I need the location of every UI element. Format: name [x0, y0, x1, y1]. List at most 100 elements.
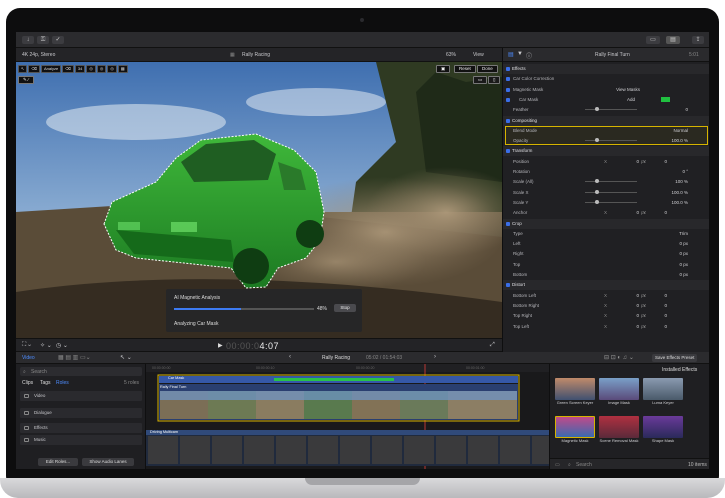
slider-knob[interactable]	[595, 107, 599, 112]
overlay-toggle-icon[interactable]: ▭	[473, 76, 488, 84]
effect-scene-removal-mask[interactable]: Scene Removal Mask	[599, 416, 639, 446]
audio-clip-label[interactable]: Driving Multicam	[150, 430, 178, 434]
inspector-row[interactable]: Type Trim	[503, 229, 709, 239]
stop-button[interactable]: Stop	[334, 304, 356, 312]
role-row[interactable]: Dialogue	[20, 408, 142, 418]
inspector-row[interactable]: Anchor X 0 Y 0 px	[503, 208, 709, 218]
role-row[interactable]: Effects	[20, 423, 142, 433]
effect-magnetic-mask[interactable]: Magnetic Mask	[555, 416, 595, 446]
audio-tools-icon[interactable]: ⊟ ⊡ ◐ ♫ ⌄	[604, 354, 634, 361]
axis-value[interactable]: 0	[653, 157, 667, 167]
row-value[interactable]: 0 px	[679, 239, 688, 249]
mask-overlay-tool[interactable]: ◎	[96, 65, 107, 73]
enable-checkbox[interactable]	[506, 77, 510, 82]
inspector-row[interactable]: Bottom Left X 0 Y 0 px	[503, 291, 709, 301]
enhance-icon[interactable]: ✧ ⌄	[40, 342, 52, 349]
enable-checkbox[interactable]	[506, 97, 510, 102]
enable-checkbox[interactable]	[506, 118, 510, 123]
row-popup[interactable]: Normal	[673, 126, 688, 136]
mask-overlay-tool[interactable]: 34	[74, 65, 86, 73]
layout-icon[interactable]: ▭	[646, 36, 660, 44]
axis-value[interactable]: 0	[625, 311, 639, 321]
axis-value[interactable]: 0	[625, 301, 639, 311]
inspector-row[interactable]: Rotation 0 °	[503, 167, 709, 177]
crop-overlay-icon[interactable]: ▣	[436, 65, 451, 73]
inspector-row[interactable]: Car Mask Add	[503, 95, 709, 105]
inspector-row[interactable]: Top Right X 0 Y 0 px	[503, 311, 709, 321]
inspector-row[interactable]: Right 0 px	[503, 249, 709, 259]
inspector-row[interactable]: Bottom Right X 0 Y 0 px	[503, 301, 709, 311]
video-inspector-icon[interactable]: ▤	[508, 51, 514, 58]
inspector-row[interactable]: Opacity 100.0 %	[503, 136, 709, 146]
transform-tool-icon[interactable]: ⛶ ⌄	[22, 342, 31, 349]
value-slider[interactable]	[585, 189, 637, 194]
mask-overlay-tool[interactable]: ↖	[18, 65, 28, 73]
role-row[interactable]: Video	[20, 391, 142, 401]
browser-search[interactable]: ⌕ Search	[20, 367, 142, 376]
mask-overlay-tool[interactable]: ◎	[86, 65, 96, 73]
import-icon[interactable]: ↓	[22, 36, 34, 44]
inspector-section[interactable]: Transform	[503, 146, 709, 157]
row-value[interactable]: 0 px	[679, 270, 688, 280]
axis-value[interactable]: 0	[653, 301, 667, 311]
info-icon[interactable]: ⓘ	[526, 51, 532, 60]
inspector-row[interactable]: Blend Mode Normal	[503, 126, 709, 136]
inspector-section[interactable]: Effects	[503, 64, 709, 74]
timeline-tools-icon[interactable]: ▦ ▤ ▥ ▭⌄	[58, 354, 91, 361]
effects-search-input[interactable]: Search	[576, 462, 592, 468]
row-value[interactable]: 0 °	[682, 167, 688, 177]
effect-luma-keyer[interactable]: Luma Keyer	[643, 378, 683, 408]
zoom-menu[interactable]: 63%	[446, 52, 456, 58]
tab-clips[interactable]: Clips	[22, 380, 33, 386]
inspector-row[interactable]: Top 0 px	[503, 260, 709, 270]
mask-color-swatch[interactable]	[661, 96, 670, 102]
row-value[interactable]: 100.0 %	[671, 136, 688, 146]
speed-icon[interactable]: ◷ ⌄	[56, 342, 68, 349]
timeline-title[interactable]: Rally Racing	[322, 355, 350, 361]
inspector-row[interactable]: Feather 0	[503, 105, 709, 115]
enable-checkbox[interactable]	[506, 67, 510, 71]
row-popup[interactable]: Add	[627, 95, 635, 105]
axis-value[interactable]: 0	[625, 322, 639, 332]
overlay-grid-icon[interactable]: ▯	[488, 76, 501, 84]
inspector-row[interactable]: Car Color Correction	[503, 74, 709, 84]
axis-value[interactable]: 0	[653, 208, 667, 218]
inspector-section[interactable]: Crop	[503, 218, 709, 229]
mask-overlay-tool[interactable]: ▦	[117, 65, 128, 73]
inspector-row[interactable]: Magnetic Mask View Masks	[503, 85, 709, 95]
enable-checkbox[interactable]	[506, 149, 510, 154]
inspector-row[interactable]: Left 0 px	[503, 239, 709, 249]
forward-icon[interactable]: ›	[434, 354, 436, 360]
pen-tool-button[interactable]: ✎ ⁄	[18, 76, 34, 84]
timeline[interactable]: 00:00:00:00 00:00:00:10 00:00:00:20 00:00:0…	[146, 364, 549, 469]
axis-value[interactable]: 0	[625, 157, 639, 167]
tab-roles[interactable]: Roles	[56, 380, 69, 386]
panels-icon[interactable]: ▤	[666, 36, 680, 44]
browser-search-input[interactable]: Search	[31, 369, 47, 375]
axis-value[interactable]: 0	[625, 208, 639, 218]
row-value[interactable]: 100.0 %	[671, 198, 688, 208]
fullscreen-icon[interactable]: ⤢	[490, 342, 495, 349]
effect-shape-mask[interactable]: Shape Mask	[643, 416, 683, 446]
inspector-row[interactable]: Scale Y 100.0 %	[503, 198, 709, 208]
inspector-section[interactable]: Distort	[503, 280, 709, 291]
row-value[interactable]: 0	[685, 105, 688, 115]
show-audio-lanes-button[interactable]: Show Audio Lanes	[82, 458, 134, 466]
row-value[interactable]: 100.0 %	[671, 188, 688, 198]
axis-value[interactable]: 0	[653, 311, 667, 321]
done-button[interactable]: Done	[477, 65, 498, 73]
viewer[interactable]: ↖ ⌫ Analyze ⌫ 34 ◎ ◎ ◎ ▦ ✎ ⁄ ▣ Reset Done ▭ ▯ AI…	[16, 62, 502, 338]
back-icon[interactable]: ‹	[289, 354, 291, 360]
inspector-row[interactable]: Top Left X 0 Y 0 px	[503, 322, 709, 332]
sidebar-toggle-icon[interactable]: ▭	[555, 462, 560, 468]
slider-knob[interactable]	[595, 138, 599, 143]
share-icon[interactable]: ⇪	[692, 36, 704, 44]
effect-image-mask[interactable]: Image Mask	[599, 378, 639, 408]
enable-checkbox[interactable]	[506, 87, 510, 92]
filter-icon[interactable]: ▼	[517, 51, 523, 57]
main-clip-label[interactable]: Rally Final Turn	[160, 385, 186, 389]
reset-button[interactable]: Reset	[454, 65, 476, 73]
mask-overlay-tool[interactable]: ⌫	[28, 65, 41, 73]
value-slider[interactable]	[585, 138, 637, 143]
inspector-row[interactable]: Position X 0 Y 0 px	[503, 157, 709, 167]
